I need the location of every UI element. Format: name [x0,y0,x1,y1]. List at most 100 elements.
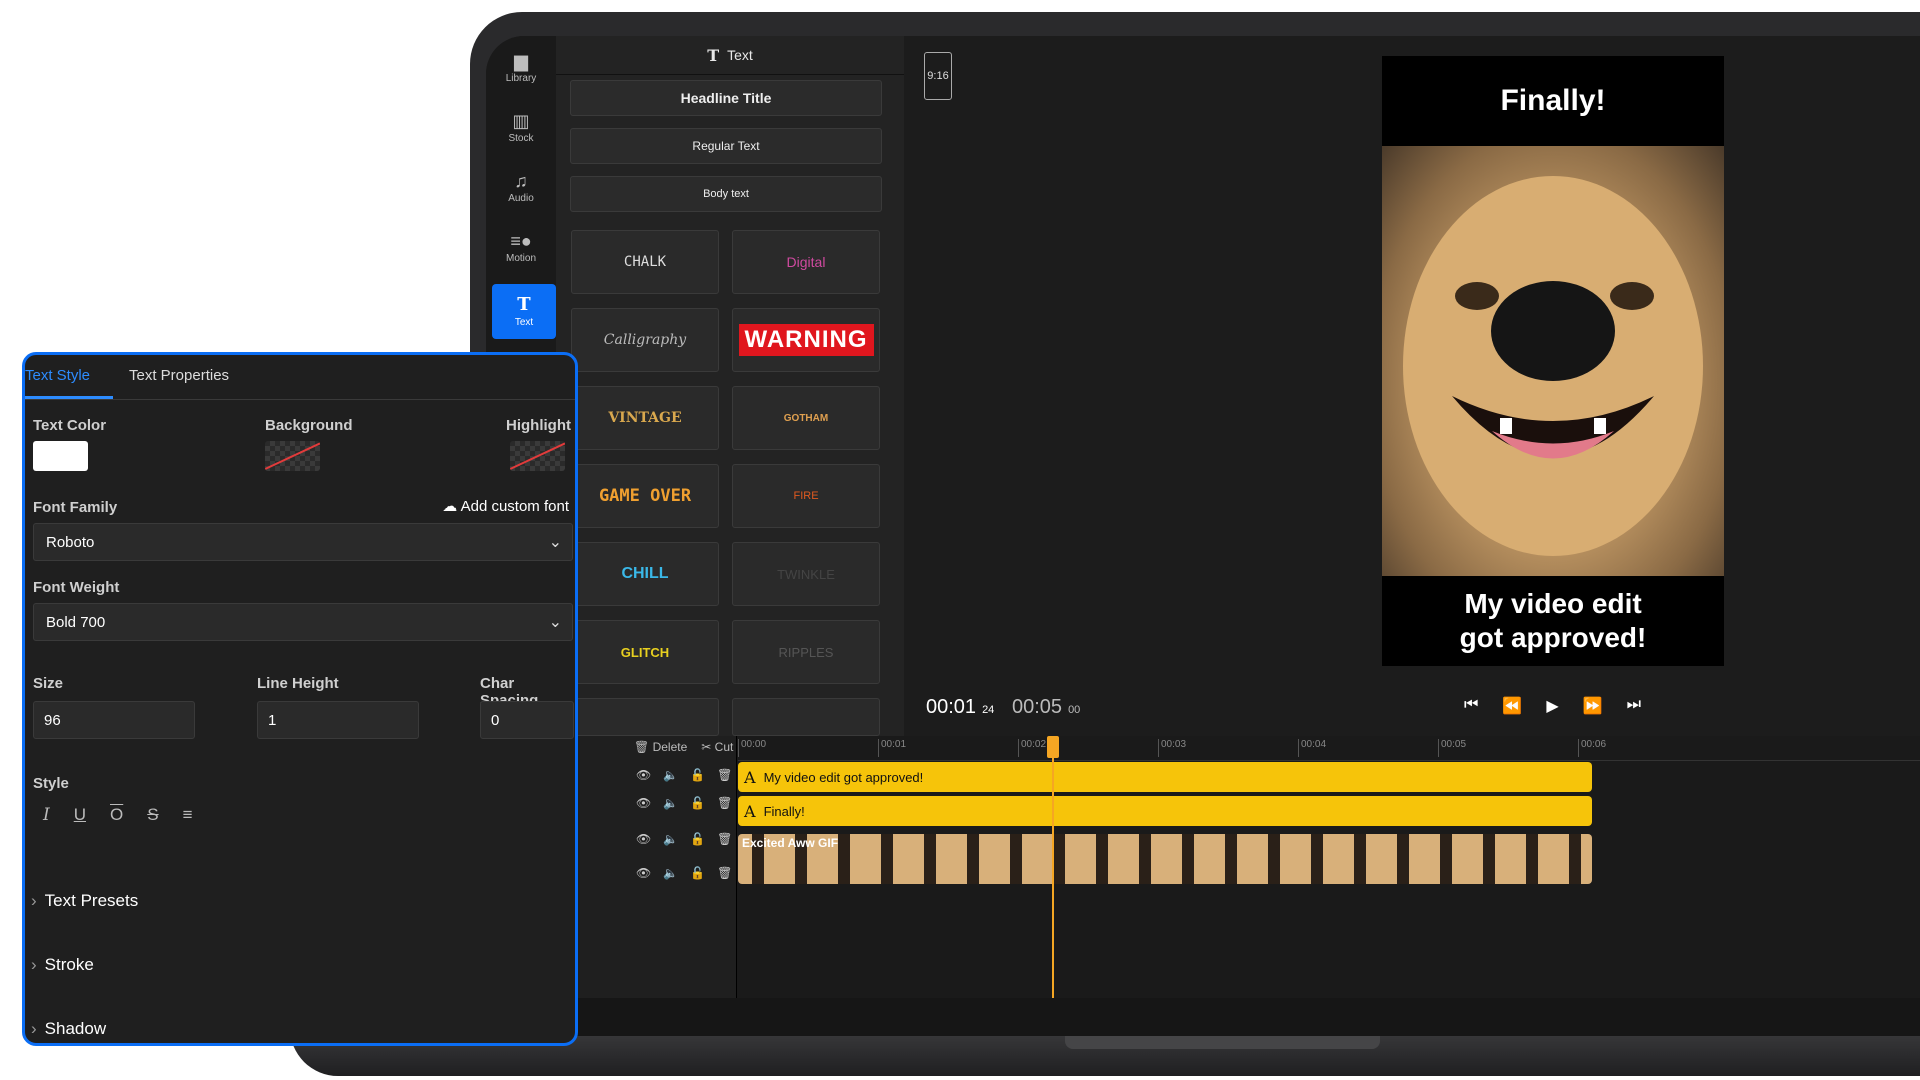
skip-end-icon[interactable]: ⏭ [1627,696,1641,716]
playhead[interactable] [1052,736,1054,998]
volume-icon[interactable]: 🔈 [663,832,678,846]
chevron-right-icon: › [31,955,37,974]
preset-vintage[interactable]: VINTAGE [571,386,719,450]
preset-fire[interactable]: FIRE [732,464,880,528]
trash-icon[interactable]: 🗑 [717,866,732,880]
cloud-upload-icon: ☁ [442,498,458,515]
lock-icon[interactable]: 🔓 [690,768,705,782]
eye-icon[interactable]: 👁 [636,832,651,846]
text-clip-label: Finally! [763,803,805,819]
rewind-icon[interactable]: ⏪ [1502,696,1522,716]
preset-digital[interactable]: Digital [732,230,880,294]
text-panel-title-label: Text [727,47,753,63]
rail-item-text[interactable]: T Text [492,284,556,339]
cut-label: Cut [714,740,734,754]
char-spacing-input[interactable]: 0 [480,701,574,739]
overline-icon[interactable]: O [110,805,123,825]
trash-icon[interactable]: 🗑 [717,832,732,846]
regular-text-button[interactable]: Regular Text [570,128,882,164]
skip-start-icon[interactable]: ⏮ [1464,696,1478,716]
font-family-select[interactable]: Roboto ⌄ [33,523,573,561]
video-bottom-caption[interactable]: My video edit got approved! [1382,576,1724,666]
shadow-section[interactable]: › Shadow [31,1019,106,1039]
volume-icon[interactable]: 🔈 [663,768,678,782]
underline-icon[interactable]: U [74,805,86,825]
preset-gotham[interactable]: GOTHAM [732,386,880,450]
ruler-tick: 00:06 [1578,739,1606,757]
tab-text-properties[interactable]: Text Properties [129,367,229,384]
total-time: 00:05 00 [1012,696,1080,719]
preset-glitch[interactable]: GLITCH [571,620,719,684]
background-color-swatch[interactable] [265,441,320,471]
chevron-down-icon: ⌄ [548,614,562,631]
preset-calligraphy[interactable]: Calligraphy [571,308,719,372]
rail-item-audio[interactable]: ♫ Audio [486,160,556,215]
gif-clip-label: Excited Aww GIF [742,836,839,850]
stroke-section[interactable]: › Stroke [31,955,94,975]
fast-forward-icon[interactable]: ⏩ [1583,696,1603,716]
trash-icon[interactable]: 🗑 [717,768,732,782]
dog-face-illustration [1403,176,1703,556]
line-height-input[interactable]: 1 [257,701,419,739]
play-icon[interactable]: ▶ [1546,696,1558,716]
section-label: Stroke [44,955,94,974]
playhead-handle[interactable] [1047,736,1059,758]
style-toggles: I U O S ≡ [43,805,193,825]
font-family-value: Roboto [46,533,95,551]
cut-button[interactable]: ✂ Cut [701,740,733,754]
ruler-tick: 00:03 [1158,739,1186,757]
ruler-tick: 00:05 [1438,739,1466,757]
preset-chill[interactable]: CHILL [571,542,719,606]
eye-icon[interactable]: 👁 [636,796,651,810]
delete-button[interactable]: 🗑 Delete [634,740,687,754]
gif-clip[interactable]: Excited Aww GIF [738,834,1592,884]
font-weight-select[interactable]: Bold 700 ⌄ [33,603,573,641]
align-icon[interactable]: ≡ [183,805,193,825]
volume-icon[interactable]: 🔈 [663,866,678,880]
trash-icon[interactable]: 🗑 [717,796,732,810]
folder-icon: ▆ [514,51,528,71]
eye-icon[interactable]: 👁 [636,866,651,880]
lock-icon[interactable]: 🔓 [690,866,705,880]
text-color-swatch[interactable] [33,441,88,471]
video-canvas[interactable]: Finally! My video edit got approved! [1382,56,1724,666]
preset-chalk[interactable]: CHALK [571,230,719,294]
tab-text-style[interactable]: Text Style [25,367,90,384]
preset-more[interactable] [571,698,719,736]
rail-item-stock[interactable]: ▥ Stock [486,100,556,155]
italic-icon[interactable]: I [43,805,50,825]
preset-ripples[interactable]: RIPPLES [732,620,880,684]
text-icon: T [707,45,720,65]
aspect-ratio-button[interactable]: 9:16 [924,52,952,100]
preset-game-over[interactable]: GAME OVER [571,464,719,528]
highlight-color-swatch[interactable] [510,441,565,471]
music-note-icon: ♫ [514,171,528,191]
lock-icon[interactable]: 🔓 [690,832,705,846]
time-ruler[interactable]: 00:00 00:01 00:02 00:03 00:04 00:05 00:0… [738,736,1920,761]
preset-warning-label: WARNING [738,324,874,356]
highlight-label: Highlight [506,417,571,434]
rail-item-library[interactable]: ▆ Library [486,40,556,95]
chevron-right-icon: › [31,1019,37,1038]
current-time-value: 00:01 [926,696,977,718]
text-clip-title[interactable]: A Finally! [738,796,1592,826]
rail-item-label: Text [514,317,534,328]
strikethrough-icon[interactable]: S [147,805,158,825]
chevron-right-icon: › [31,891,37,910]
volume-icon[interactable]: 🔈 [663,796,678,810]
preset-warning[interactable]: WARNING [732,308,880,372]
rail-item-motion[interactable]: ≡● Motion [486,220,556,275]
caption-line-2: got approved! [1459,622,1647,653]
size-input[interactable]: 96 [33,701,195,739]
preset-more[interactable] [732,698,880,736]
body-text-button[interactable]: Body text [570,176,882,212]
preset-twinkle[interactable]: TWINKLE [732,542,880,606]
add-custom-font-button[interactable]: ☁ Add custom font [442,497,569,515]
eye-icon[interactable]: 👁 [636,768,651,782]
text-clip-caption[interactable]: A My video edit got approved! [738,762,1592,792]
video-top-caption[interactable]: Finally! [1382,56,1724,146]
text-presets-section[interactable]: › Text Presets [31,891,138,911]
lock-icon[interactable]: 🔓 [690,796,705,810]
headline-title-button[interactable]: Headline Title [570,80,882,116]
text-style-panel: Text Style Text Properties Text Color Ba… [22,352,578,1046]
